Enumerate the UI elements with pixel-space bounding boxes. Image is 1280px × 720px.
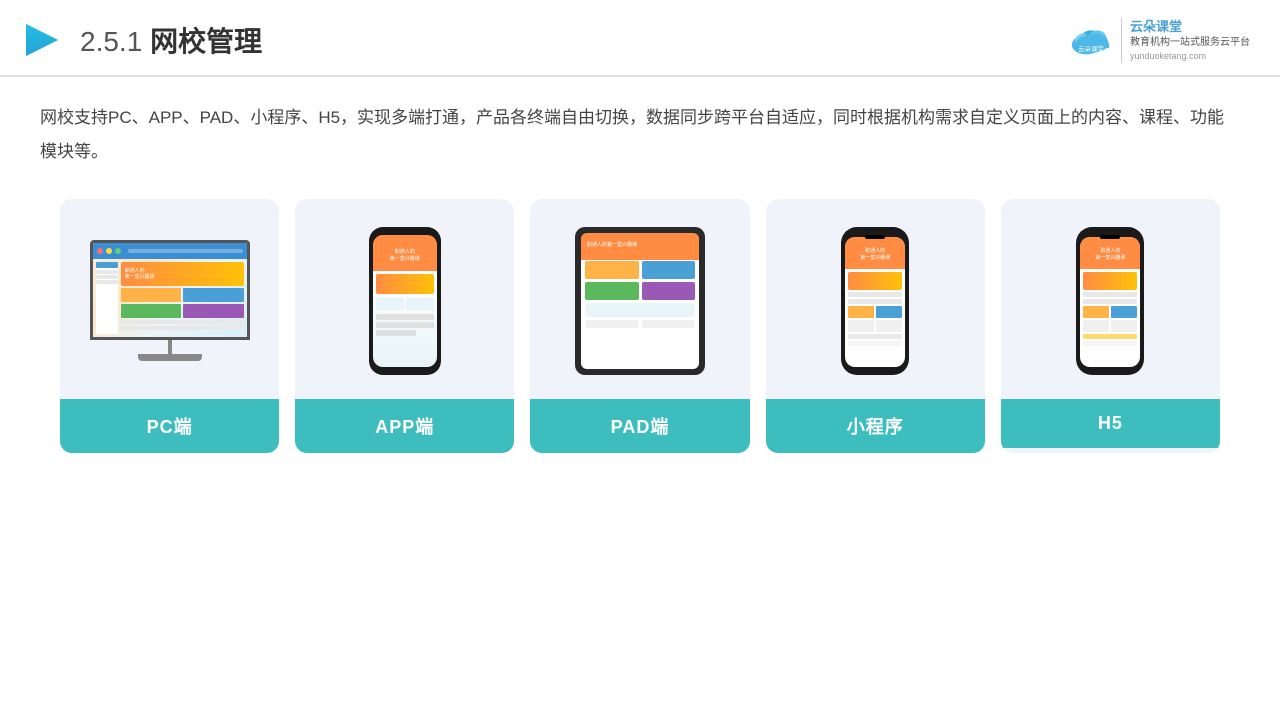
brand-name: 云朵课堂 — [1130, 18, 1250, 36]
pad-preview: 职通人的第一堂兴趣课 — [530, 199, 749, 399]
pad-tablet: 职通人的第一堂兴趣课 — [575, 227, 705, 375]
page-title: 2.5.1 网校管理 — [80, 20, 262, 60]
app-phone: 职通人的第一堂兴趣课 — [369, 227, 441, 375]
svg-text:云朵课堂: 云朵课堂 — [1078, 45, 1104, 54]
logo-arrow-icon — [20, 18, 64, 62]
miniprogram-preview: 职通人的第一堂兴趣课 — [766, 199, 985, 399]
miniprogram-phone: 职通人的第一堂兴趣课 — [841, 227, 909, 375]
brand-text: 云朵课堂 教育机构一站式服务云平台 yunduoketang.com — [1121, 18, 1250, 63]
cards-container: 职通人的第一堂兴趣课 — [40, 199, 1240, 453]
main-content: 网校支持PC、APP、PAD、小程序、H5，实现多端打通，产品各终端自由切换，数… — [0, 77, 1280, 477]
header-right: 云朵课堂 云朵课堂 教育机构一站式服务云平台 yunduoketang.com — [1067, 18, 1250, 63]
pc-label[interactable]: PC端 — [60, 399, 279, 453]
pc-card: 职通人的第一堂兴趣课 — [60, 199, 279, 453]
pc-preview: 职通人的第一堂兴趣课 — [60, 199, 279, 399]
h5-phone: 职通人的第一堂兴趣课 — [1076, 227, 1144, 375]
description-text: 网校支持PC、APP、PAD、小程序、H5，实现多端打通，产品各终端自由切换，数… — [40, 101, 1240, 169]
page-title-text: 网校管理 — [150, 26, 262, 57]
app-preview: 职通人的第一堂兴趣课 — [295, 199, 514, 399]
miniprogram-label[interactable]: 小程序 — [766, 399, 985, 453]
h5-label[interactable]: H5 — [1001, 399, 1220, 448]
brand-url: yunduoketang.com — [1130, 50, 1250, 63]
pad-card: 职通人的第一堂兴趣课 PAD端 — [530, 199, 749, 453]
brand-logo: 云朵课堂 云朵课堂 教育机构一站式服务云平台 yunduoketang.com — [1067, 18, 1250, 63]
app-label[interactable]: APP端 — [295, 399, 514, 453]
miniprogram-card: 职通人的第一堂兴趣课 — [766, 199, 985, 453]
h5-preview: 职通人的第一堂兴趣课 — [1001, 199, 1220, 399]
pad-label[interactable]: PAD端 — [530, 399, 749, 453]
header-left: 2.5.1 网校管理 — [20, 18, 262, 62]
page-title-number: 2.5.1 — [80, 26, 142, 57]
pc-monitor: 职通人的第一堂兴趣课 — [90, 240, 250, 361]
brand-tagline: 教育机构一站式服务云平台 — [1130, 36, 1250, 50]
header: 2.5.1 网校管理 云朵课堂 云朵课堂 教育机构一站式服务云平台 yunduo… — [0, 0, 1280, 77]
cloud-logo-icon: 云朵课堂 — [1067, 22, 1115, 58]
monitor-screen: 职通人的第一堂兴趣课 — [90, 240, 250, 340]
h5-card: 职通人的第一堂兴趣课 — [1001, 199, 1220, 453]
app-card: 职通人的第一堂兴趣课 — [295, 199, 514, 453]
